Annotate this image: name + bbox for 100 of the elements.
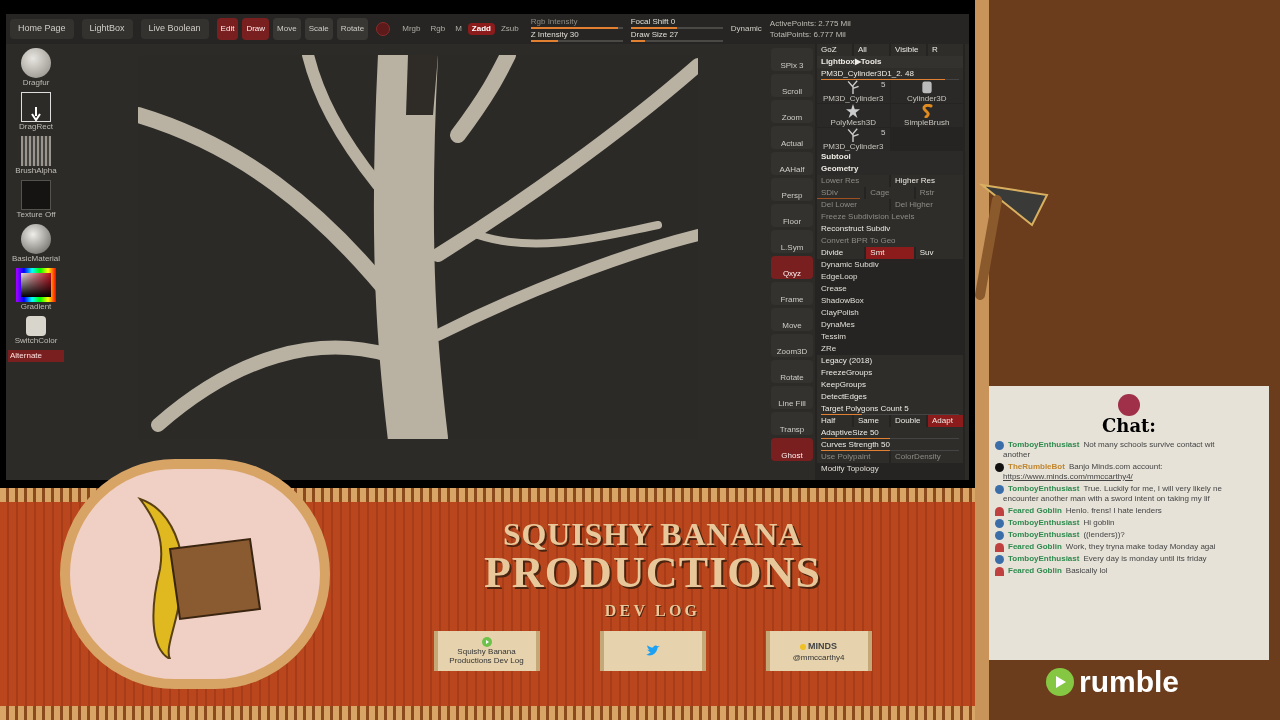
mode-button[interactable]: M	[451, 23, 466, 35]
subpalette-header[interactable]: ShadowBox	[817, 295, 963, 307]
view-button[interactable]: Actual	[771, 126, 813, 149]
chat-username: TomboyEnthusiast	[1008, 530, 1080, 540]
bird-icon	[645, 645, 660, 657]
view-button[interactable]: Persp	[771, 178, 813, 201]
tool-button[interactable]: Edit	[216, 18, 239, 40]
view-button[interactable]: Floor	[771, 204, 813, 227]
view-button[interactable]: Zoom	[771, 100, 813, 123]
chat-message: Every day is monday until its friday	[1083, 554, 1207, 564]
tool-button[interactable]: Rotate	[336, 18, 369, 40]
panel-button[interactable]: Adapt	[928, 415, 963, 427]
brush-icon	[21, 48, 51, 78]
panel-button[interactable]: Visible	[891, 44, 926, 56]
chat-username: TomboyEnthusiast	[1008, 440, 1080, 450]
view-button[interactable]: Qxyz	[771, 256, 813, 279]
mode-button[interactable]: Rgb	[426, 23, 450, 35]
panel-button[interactable]: DetectEdges	[817, 391, 963, 403]
panel-button[interactable]: Reconstruct Subdiv	[817, 223, 963, 235]
tool-label: SimpleBrush	[904, 118, 950, 127]
mode-button[interactable]: Zsub	[496, 23, 523, 35]
social-link[interactable]: Squishy Banana Productions Dev Log	[433, 631, 540, 671]
slider[interactable]: Curves Strength 50	[817, 439, 963, 451]
slider[interactable]: Focal Shift 0	[630, 16, 723, 29]
social-link[interactable]	[599, 631, 706, 671]
tool-button[interactable]: Draw	[242, 18, 270, 40]
chat-message: Basically lol	[1065, 566, 1108, 576]
chat-username: TomboyEnthusiast	[1008, 518, 1080, 528]
chat-message: encounter another man with a sword intent on taking my lif	[1002, 494, 1211, 504]
subpalette-header[interactable]: ClayPolish	[817, 307, 963, 319]
alpha-texture	[21, 136, 51, 166]
section-header[interactable]: Geometry	[817, 163, 963, 175]
panel-button[interactable]: Suv	[915, 247, 963, 259]
panel-button[interactable]: R	[928, 44, 963, 56]
view-button[interactable]: Scroll	[771, 74, 813, 97]
panel-button[interactable]: Smt	[866, 247, 914, 259]
subpalette-header[interactable]: Modify Topology	[817, 463, 963, 475]
subpalette-header[interactable]: Tessim	[817, 331, 963, 343]
stat-text: ActivePoints: 2.775 Mil	[769, 18, 851, 29]
chat-username: TheRumbleBot	[1008, 462, 1065, 472]
cylinder-icon	[920, 80, 933, 94]
count-text: 5	[881, 128, 886, 137]
mode-button[interactable]: Zadd	[467, 23, 495, 35]
subpalette-header[interactable]: Crease	[817, 283, 963, 295]
view-button[interactable]: Transp	[771, 412, 813, 435]
empty-texture	[21, 180, 51, 210]
chat-username: Feared Goblin	[1008, 542, 1062, 552]
subpalette-header[interactable]: ZRe	[817, 343, 963, 355]
social-link[interactable]: MINDS @mmccarthy4	[765, 631, 872, 671]
view-button[interactable]: Move	[771, 308, 813, 331]
panel-button[interactable]: All	[854, 44, 889, 56]
panel-button[interactable]: Double	[891, 415, 926, 427]
globe-icon	[995, 484, 1004, 494]
panel-button[interactable]: Higher Res	[891, 175, 963, 187]
slider[interactable]: Target Polygons Count 5	[817, 403, 963, 415]
chat-message: Work, they tryna make today Monday agai	[1065, 542, 1216, 552]
shelf-label: BasicMaterial	[12, 254, 60, 264]
view-button[interactable]: Frame	[771, 282, 813, 305]
tool-label: Cylinder3D	[906, 94, 947, 103]
chat-link[interactable]: https://www.minds.com/mmccarthy4/	[995, 472, 1263, 482]
panel-button[interactable]: Divide	[817, 247, 865, 259]
panel-button[interactable]: Same	[854, 415, 889, 427]
subpalette-header[interactable]: EdgeLoop	[817, 271, 963, 283]
subpalette-header[interactable]: Dynamic Subdiv	[817, 259, 963, 271]
tool-button[interactable]: Move	[273, 18, 301, 40]
panel-button[interactable]: GoZ	[817, 44, 852, 56]
alternate-button[interactable]: Alternate	[8, 350, 64, 362]
slider[interactable]: PM3D_Cylinder3D1_2. 48	[817, 68, 963, 80]
subtitle-text: DEV LOG	[604, 601, 701, 621]
slider[interactable]: Z Intensity 30	[530, 29, 623, 42]
toolbar-button[interactable]: Home Page	[10, 19, 74, 39]
title-text: PRODUCTIONS	[483, 551, 822, 595]
section-header[interactable]: Subtool	[817, 151, 963, 163]
panel-button[interactable]: KeepGroups	[817, 379, 963, 391]
view-button[interactable]: Line Fill	[771, 386, 813, 409]
toolbar-button[interactable]: Live Boolean	[140, 19, 209, 39]
play-icon	[1045, 667, 1075, 697]
shelf-label: Dragfur	[22, 78, 50, 88]
view-button[interactable]: Rotate	[771, 360, 813, 383]
tool-button[interactable]: Scale	[304, 18, 333, 40]
shelf-label: SwitchColor	[14, 336, 58, 346]
globe-icon	[995, 440, 1004, 450]
subpalette-header[interactable]: DynaMes	[817, 319, 963, 331]
mode-button[interactable]: Mrgb	[398, 23, 425, 35]
slider[interactable]: AdaptiveSize 50	[817, 427, 963, 439]
panel-button[interactable]: Half	[817, 415, 852, 427]
slider[interactable]: Draw Size 27	[630, 29, 723, 42]
view-button[interactable]: Ghost	[771, 438, 813, 461]
panel-button[interactable]: Legacy (2018)	[817, 355, 963, 367]
view-button[interactable]: L.Sym	[771, 230, 813, 253]
star-icon	[846, 104, 861, 118]
chat-message: another	[1002, 450, 1032, 460]
panel-button[interactable]: FreezeGroups	[817, 367, 963, 379]
toolbar-button[interactable]: LightBox	[81, 19, 133, 39]
brand-wordmark: rumble	[1079, 666, 1180, 698]
color-picker	[16, 268, 56, 302]
view-button[interactable]: Zoom3D	[771, 334, 813, 357]
view-button[interactable]: SPix 3	[771, 48, 813, 71]
view-button[interactable]: AAHalf	[771, 152, 813, 175]
chat-username: TomboyEnthusiast	[1008, 484, 1080, 494]
